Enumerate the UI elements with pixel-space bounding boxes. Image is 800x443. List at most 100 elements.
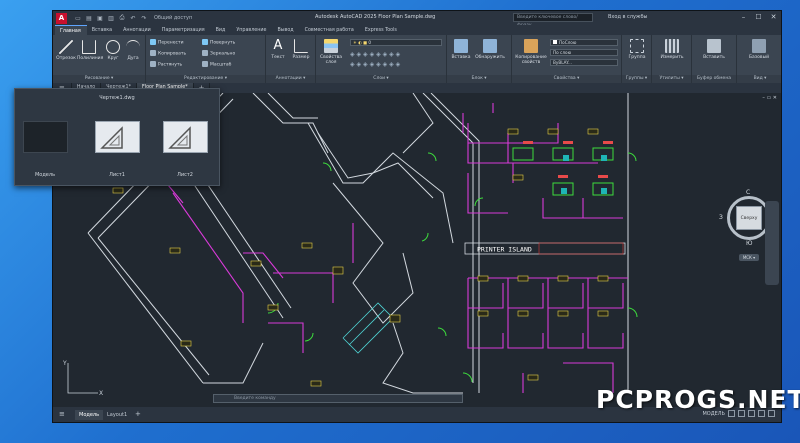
compass-south[interactable]: Ю bbox=[746, 240, 752, 247]
share-button[interactable]: Общий доступ bbox=[154, 15, 192, 21]
circle-button[interactable]: Круг bbox=[103, 40, 123, 61]
copy-button[interactable]: Копировать bbox=[150, 50, 186, 57]
detect-button[interactable]: Обнаружить bbox=[473, 39, 507, 60]
move-button[interactable]: Перенести bbox=[150, 39, 184, 46]
tab-home[interactable]: Главная bbox=[55, 25, 87, 35]
paste-button[interactable]: Вставить bbox=[700, 39, 728, 60]
tab-collaborate[interactable]: Совместная работа bbox=[300, 25, 360, 35]
view-panel-label[interactable]: Вид ▾ bbox=[737, 75, 781, 83]
utilities-panel-label[interactable]: Утилиты ▾ bbox=[652, 75, 691, 83]
measure-icon bbox=[665, 39, 679, 53]
layout1-thumbnail[interactable] bbox=[95, 121, 140, 153]
compass-west[interactable]: З bbox=[719, 214, 723, 221]
model-thumbnail[interactable] bbox=[23, 121, 68, 153]
stretch-button[interactable]: Растянуть bbox=[150, 61, 182, 68]
minimize-icon[interactable]: – bbox=[736, 11, 751, 24]
window-title: Autodesk AutoCAD 2025 Floor Plan Sample.… bbox=[315, 14, 436, 20]
measure-button[interactable]: Измерить bbox=[658, 39, 686, 60]
insert-block-icon bbox=[454, 39, 468, 53]
polyline-button[interactable]: Полилиния bbox=[77, 40, 103, 61]
match-properties-button[interactable]: Копирование свойств bbox=[514, 39, 548, 65]
scale-button[interactable]: Масштаб bbox=[202, 61, 231, 68]
room-tag bbox=[169, 247, 181, 254]
group-button[interactable]: Группа bbox=[625, 39, 649, 60]
tab-layout1[interactable]: Layout1 bbox=[107, 412, 127, 418]
line-button[interactable]: Отрезок bbox=[55, 40, 77, 61]
tab-insert[interactable]: Вставка bbox=[87, 25, 118, 35]
saveas-icon[interactable]: ▥ bbox=[107, 15, 115, 22]
layout-menu-icon[interactable]: ≡ bbox=[59, 410, 65, 418]
tab-output[interactable]: Вывод bbox=[272, 25, 299, 35]
rotate-button[interactable]: Повернуть bbox=[202, 39, 235, 46]
annotation-panel-label[interactable]: Аннотации ▾ bbox=[266, 75, 315, 83]
room-tag bbox=[310, 380, 322, 387]
viewcube-face-top[interactable]: Сверху bbox=[736, 206, 762, 230]
outer-wall-line bbox=[87, 232, 204, 384]
wcs-menu[interactable]: МСК ▾ bbox=[739, 254, 759, 261]
search-input[interactable]: Введите ключевое слово/фразу bbox=[513, 13, 593, 28]
draw-panel-label[interactable]: Рисование ▾ bbox=[53, 75, 145, 83]
layer-dropdown[interactable]: ☀ ◐ ■ 0 bbox=[350, 39, 442, 46]
tab-express-tools[interactable]: Express Tools bbox=[360, 25, 403, 35]
dimension-icon bbox=[294, 39, 308, 53]
tab-annotate[interactable]: Аннотации bbox=[118, 25, 157, 35]
partition-line bbox=[467, 173, 508, 214]
modify-panel-label[interactable]: Редактирование ▾ bbox=[146, 75, 265, 83]
chair bbox=[561, 188, 567, 194]
tab-model[interactable]: Модель bbox=[75, 410, 104, 420]
text-button[interactable]: A Текст bbox=[268, 39, 288, 61]
layout2-thumbnail[interactable] bbox=[163, 121, 208, 153]
printer-island-hatch bbox=[538, 242, 624, 255]
lineweight-dropdown[interactable]: ByBLAY... bbox=[550, 59, 618, 66]
scale-icon bbox=[202, 61, 208, 67]
plot-icon[interactable]: ⎙ bbox=[118, 14, 126, 22]
polyline-icon bbox=[82, 40, 96, 54]
tab-manage[interactable]: Управление bbox=[231, 25, 272, 35]
stretch-icon bbox=[150, 61, 156, 67]
viewport-controls[interactable]: – ▭ ✕ bbox=[762, 95, 777, 101]
arc-icon bbox=[126, 40, 140, 54]
add-layout-icon[interactable]: + bbox=[135, 410, 141, 418]
dimension-button[interactable]: Размер bbox=[289, 39, 313, 60]
navigation-bar[interactable] bbox=[765, 201, 779, 285]
command-line[interactable]: Введите команду bbox=[213, 394, 463, 403]
groups-panel-label[interactable]: Группы ▾ bbox=[622, 75, 651, 83]
insert-block-button[interactable]: Вставка bbox=[449, 39, 473, 60]
open-icon[interactable]: ▤ bbox=[85, 15, 93, 22]
tab-parametric[interactable]: Параметризация bbox=[157, 25, 211, 35]
partition-line bbox=[172, 192, 244, 323]
new-icon[interactable]: ▭ bbox=[74, 15, 82, 22]
layer-properties-button[interactable]: Свойства слоя bbox=[318, 39, 344, 65]
door-swing bbox=[421, 232, 429, 242]
tab-view[interactable]: Вид bbox=[211, 25, 232, 35]
layer-tools-row-2[interactable]: ◈ ◈ ◈ ◈ ◈ ◈ ◈ ◈ bbox=[350, 61, 400, 68]
layers-panel-label[interactable]: Слои ▾ bbox=[316, 75, 446, 83]
line-icon bbox=[59, 40, 73, 54]
layer-tools-row-1[interactable]: ◈ ◈ ◈ ◈ ◈ ◈ ◈ ◈ bbox=[350, 51, 400, 58]
mirror-button[interactable]: Зеркально bbox=[202, 50, 235, 57]
app-logo-icon[interactable]: A bbox=[56, 12, 67, 24]
clipboard-panel-label: Буфер обмена bbox=[692, 75, 736, 83]
room-tag bbox=[517, 310, 529, 317]
redo-icon[interactable]: ↷ bbox=[140, 15, 148, 22]
ribbon-tabs: Главная Вставка Аннотации Параметризация… bbox=[53, 25, 781, 35]
partition-line bbox=[548, 283, 584, 309]
properties-panel-label[interactable]: Свойства ▾ bbox=[512, 75, 621, 83]
block-panel-label[interactable]: Блок ▾ bbox=[447, 75, 511, 83]
red-tag bbox=[598, 175, 608, 178]
arc-button[interactable]: Дуга bbox=[123, 40, 143, 61]
compass-north[interactable]: С bbox=[746, 189, 750, 196]
door-swing bbox=[627, 152, 637, 162]
base-view-button[interactable]: Базовый bbox=[745, 39, 773, 60]
color-dropdown[interactable]: ПоСлою bbox=[550, 39, 618, 46]
undo-icon[interactable]: ↶ bbox=[129, 15, 137, 22]
set-square-icon bbox=[100, 126, 123, 149]
maximize-icon[interactable]: ☐ bbox=[751, 11, 766, 24]
outer-wall-line bbox=[97, 237, 210, 376]
signin-button[interactable]: Вход в службы bbox=[608, 14, 647, 20]
door-swing bbox=[462, 372, 473, 383]
linetype-dropdown[interactable]: По слою bbox=[550, 49, 618, 56]
save-icon[interactable]: ▣ bbox=[96, 15, 104, 22]
close-icon[interactable]: ✕ bbox=[766, 11, 781, 24]
paste-icon bbox=[707, 39, 721, 53]
